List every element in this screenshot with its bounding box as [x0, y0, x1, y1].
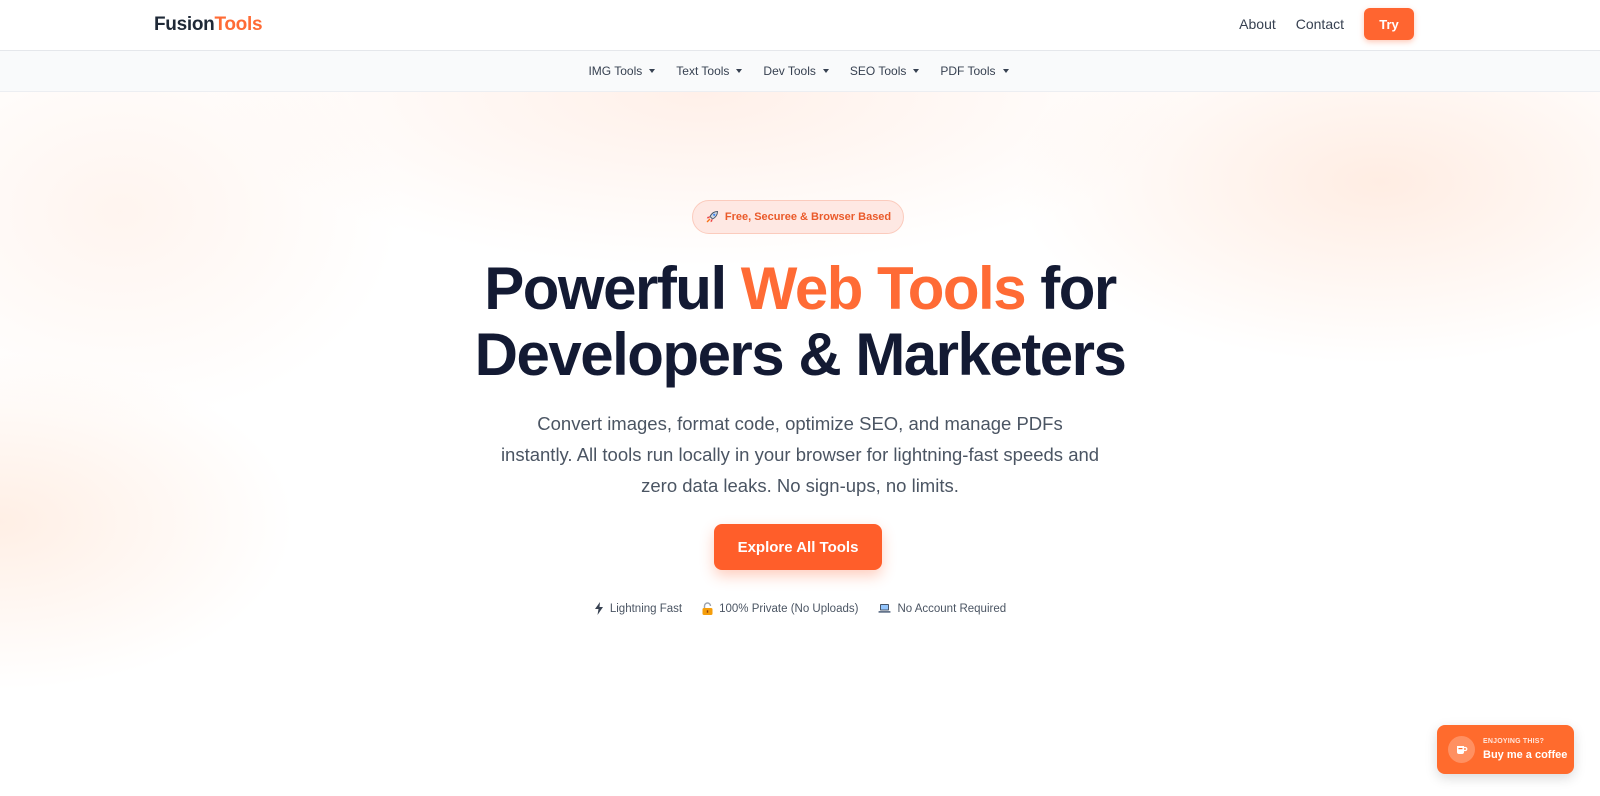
feature-label: Lightning Fast — [609, 602, 683, 615]
subnav-item-seo-tools[interactable]: SEO Tools — [849, 64, 920, 78]
laptop-icon — [878, 603, 891, 614]
feature-label: 100% Private (No Uploads) — [719, 602, 859, 615]
try-button[interactable]: Try — [1364, 8, 1414, 40]
logo-text-fusion: Fusion — [154, 14, 215, 35]
feature-label: No Account Required — [897, 602, 1007, 615]
subnav-label: Text Tools — [676, 64, 730, 78]
feature-no-account: No Account Required — [878, 602, 1006, 615]
feature-list: Lightning Fast 100% Private (No Uploads)… — [0, 602, 1600, 615]
nav-link-about[interactable]: About — [1239, 16, 1276, 32]
feature-private: 100% Private (No Uploads) — [702, 602, 858, 615]
tools-category-nav: IMG Tools Text Tools Dev Tools SEO Tools… — [0, 51, 1600, 92]
subnav-item-text-tools[interactable]: Text Tools — [676, 64, 743, 78]
caret-down-icon — [649, 69, 656, 73]
buy-me-a-coffee-widget[interactable]: ENJOYING THIS? Buy me a coffee — [1437, 725, 1574, 774]
site-logo[interactable]: FusionTools — [154, 14, 263, 36]
caret-down-icon — [913, 69, 920, 73]
coffee-label: Buy me a coffee — [1483, 748, 1568, 761]
hero-badge: Free, Securee & Browser Based — [692, 200, 904, 234]
subnav-item-pdf-tools[interactable]: PDF Tools — [940, 64, 1009, 78]
headline-line-2: Developers & Marketers — [474, 321, 1127, 388]
coffee-kicker: ENJOYING THIS? — [1483, 738, 1545, 746]
top-nav: About Contact Try — [1239, 8, 1414, 40]
subnav-label: Dev Tools — [763, 64, 816, 78]
nav-link-contact[interactable]: Contact — [1296, 16, 1344, 32]
coffee-cup-icon — [1448, 736, 1475, 763]
logo-text-tools: Tools — [214, 14, 263, 35]
headline-text: Powerful — [484, 255, 741, 322]
headline-accent: Web Tools — [740, 255, 1027, 322]
rocket-icon — [705, 210, 719, 224]
subnav-label: IMG Tools — [588, 64, 643, 78]
hero-headline: Powerful Web Tools for Developers & Mark… — [0, 256, 1600, 388]
caret-down-icon — [736, 69, 743, 73]
caret-down-icon — [822, 69, 829, 73]
subnav-item-img-tools[interactable]: IMG Tools — [588, 64, 656, 78]
subnav-item-dev-tools[interactable]: Dev Tools — [763, 64, 829, 78]
feature-lightning-fast: Lightning Fast — [594, 602, 682, 615]
hero-subtitle: Convert images, format code, optimize SE… — [500, 413, 1100, 496]
hero-badge-text: Free, Securee & Browser Based — [724, 211, 892, 223]
caret-down-icon — [1002, 69, 1009, 73]
explore-all-tools-button[interactable]: Explore All Tools — [714, 524, 882, 570]
subnav-label: SEO Tools — [849, 64, 907, 78]
headline-text: for — [1025, 255, 1117, 322]
subnav-label: PDF Tools — [940, 64, 996, 78]
top-header: FusionTools About Contact Try — [0, 0, 1600, 51]
lock-icon — [702, 602, 713, 615]
lightning-icon — [594, 602, 604, 615]
